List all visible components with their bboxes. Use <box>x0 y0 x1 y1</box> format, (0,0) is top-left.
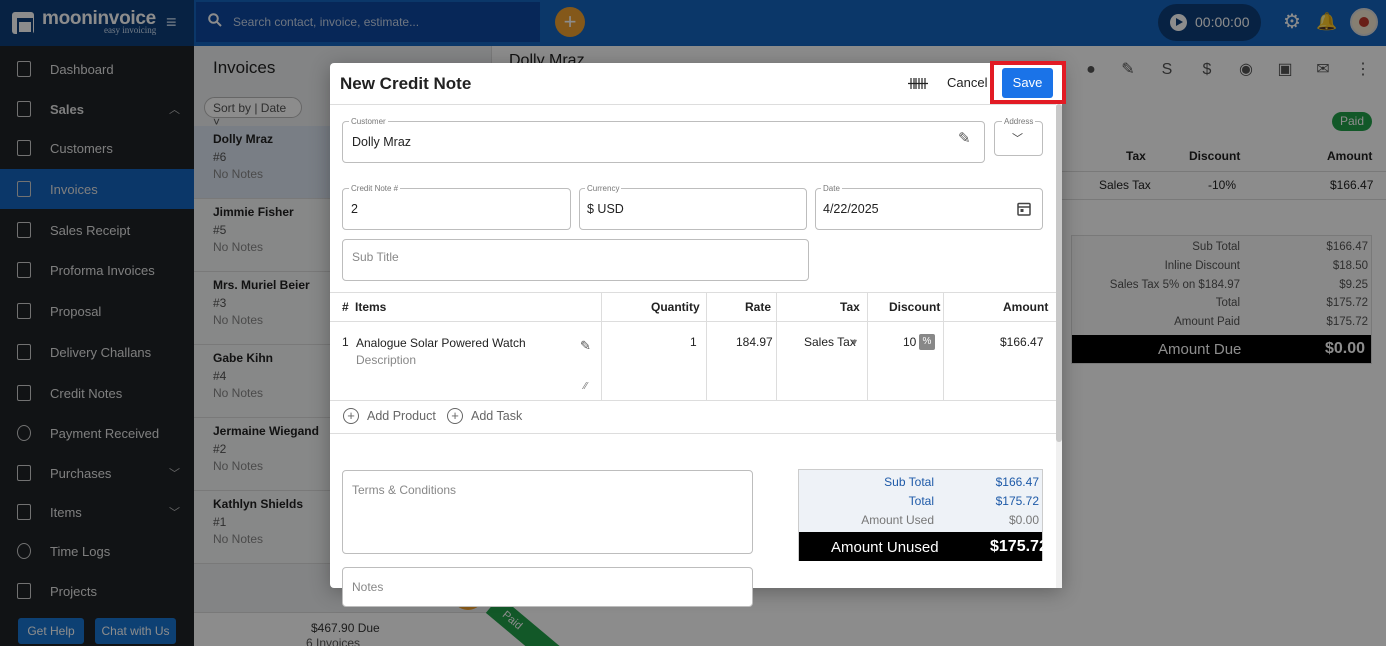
summary-label: Sub Total <box>884 475 934 489</box>
item-index: 1 <box>342 335 349 349</box>
chevron-down-icon: ﹀ <box>1012 133 1023 145</box>
divider <box>330 104 1056 105</box>
col-divider <box>706 292 707 400</box>
date-value: 4/22/2025 <box>823 202 879 216</box>
field-label: Date <box>821 184 842 193</box>
col-divider <box>867 292 868 400</box>
item-rate[interactable]: 184.97 <box>736 335 773 349</box>
field-label: Customer <box>349 117 388 126</box>
item-quantity[interactable]: 1 <box>690 335 697 349</box>
col-amount: Amount <box>1003 300 1049 314</box>
field-label: Currency <box>585 184 622 193</box>
discount-unit-toggle[interactable]: % <box>919 334 935 350</box>
divider <box>330 433 1056 434</box>
scrollbar-thumb[interactable] <box>1056 104 1062 442</box>
resize-handle-icon[interactable]: ⁄⁄ <box>584 381 587 392</box>
caret-down-icon[interactable]: ▼ <box>850 337 859 347</box>
pencil-icon[interactable]: ✎ <box>580 338 591 354</box>
pencil-icon[interactable]: ✎ <box>958 129 971 147</box>
item-tax[interactable]: Sales Tax <box>804 335 856 349</box>
customer-field[interactable] <box>342 121 985 163</box>
item-discount[interactable]: 10 <box>903 335 916 349</box>
field-label: Credit Note # <box>349 184 401 193</box>
col-num: # <box>342 300 349 314</box>
divider <box>330 400 1056 401</box>
col-divider <box>776 292 777 400</box>
add-task-button[interactable]: Add Task <box>471 409 522 423</box>
barcode-icon[interactable] <box>908 76 928 91</box>
summary-label: Total <box>908 494 934 508</box>
summary-value: $166.47 <box>995 475 1039 489</box>
col-divider <box>943 292 944 400</box>
col-divider <box>601 292 602 400</box>
col-rate: Rate <box>745 300 772 314</box>
summary-value: $175.72 <box>995 494 1039 508</box>
customer-value: Dolly Mraz <box>352 135 412 149</box>
credit-note-number: 2 <box>351 202 358 216</box>
item-amount: $166.47 <box>1000 335 1044 349</box>
subtitle-input[interactable] <box>342 239 809 281</box>
item-name[interactable]: Analogue Solar Powered Watch <box>356 336 526 350</box>
notes-placeholder: Notes <box>352 580 384 594</box>
summary-value: $0.00 <box>1008 513 1039 527</box>
col-quantity: Quantity <box>651 300 700 314</box>
summary-label: Amount Used <box>861 513 934 527</box>
plus-circle-icon[interactable]: + <box>447 408 463 424</box>
item-description[interactable]: Description <box>356 353 416 367</box>
col-discount: Discount <box>889 300 941 314</box>
amount-unused-value: $175.72 <box>990 538 1048 555</box>
modal-title: New Credit Note <box>340 74 472 93</box>
currency-value: $ USD <box>587 202 624 216</box>
subtitle-placeholder: Sub Title <box>352 250 399 264</box>
field-label: Address <box>1002 117 1036 126</box>
calendar-icon[interactable] <box>1017 201 1031 216</box>
col-items: Items <box>355 300 387 314</box>
amount-unused-label: Amount Unused <box>831 539 939 556</box>
credit-note-number-field[interactable] <box>342 188 571 230</box>
plus-circle-icon[interactable]: + <box>343 408 359 424</box>
notes-input[interactable] <box>342 567 753 607</box>
add-product-button[interactable]: Add Product <box>367 409 436 423</box>
terms-placeholder: Terms & Conditions <box>352 483 457 497</box>
highlight-box <box>990 61 1066 104</box>
col-tax: Tax <box>840 300 860 314</box>
cancel-button[interactable]: Cancel <box>947 75 987 90</box>
